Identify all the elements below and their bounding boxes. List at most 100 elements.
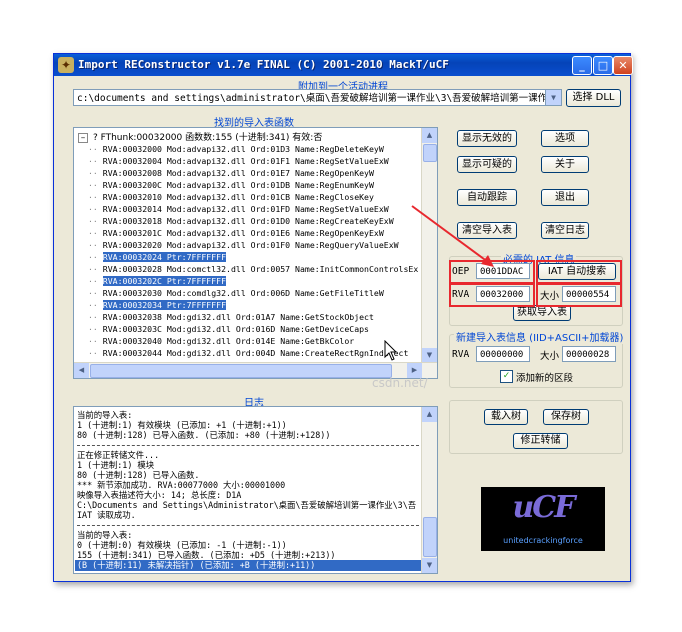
show-invalid-button[interactable]: 显示无效的: [457, 130, 517, 147]
new-import-caption: 新建导入表信息 (IID+ASCII+加载器): [454, 329, 626, 344]
tree-row[interactable]: ·· RVA:0003202C Ptr:7FFFFFFF: [88, 275, 227, 287]
minimize-button[interactable]: _: [572, 56, 592, 75]
tree-row[interactable]: ·· RVA:00032040 Mod:gdi32.dll Ord:014E N…: [88, 335, 354, 347]
tree-row-label: RVA:0003202C Ptr:7FFFFFFF: [102, 276, 227, 286]
new-rva-label: RVA: [452, 349, 470, 360]
tree-row-label: RVA:0003201C Mod:advapi32.dll Ord:01E6 N…: [102, 228, 384, 238]
tree-row[interactable]: ·· RVA:0003201C Mod:advapi32.dll Ord:01E…: [88, 227, 384, 239]
new-size-field[interactable]: 00000028: [562, 346, 616, 362]
scroll-left-icon[interactable]: ◀: [74, 363, 89, 378]
tree-row[interactable]: ·· RVA:00032018 Mod:advapi32.dll Ord:01D…: [88, 215, 394, 227]
ucf-logo-text: unitedcrackingforce: [503, 536, 583, 545]
title-bar[interactable]: ✦ Import REConstructor v1.7e FINAL (C) 2…: [54, 54, 633, 76]
tree-row[interactable]: ·· RVA:0003200C Mod:advapi32.dll Ord:01D…: [88, 179, 374, 191]
new-size-label: 大小: [540, 351, 560, 362]
tree-row[interactable]: ·· RVA:00032030 Mod:comdlg32.dll Ord:006…: [88, 287, 384, 299]
tree-row[interactable]: ·· RVA:00032024 Ptr:7FFFFFFF: [88, 251, 227, 263]
tree-connector: ··: [88, 144, 103, 154]
tree-connector: ··: [88, 204, 103, 214]
process-select[interactable]: c:\documents and settings\administrator\…: [73, 89, 562, 106]
tree-root[interactable]: − ? FThunk:00032000 函数数:155 (十进制:341) 有效…: [78, 131, 322, 143]
close-button[interactable]: ✕: [613, 56, 633, 75]
show-suspect-button[interactable]: 显示可疑的: [457, 156, 517, 173]
tree-connector: ··: [88, 228, 103, 238]
tree-row-label: RVA:00032030 Mod:comdlg32.dll Ord:006D N…: [102, 288, 384, 298]
about-button[interactable]: 关于: [541, 156, 589, 173]
tree-row[interactable]: ·· RVA:00032008 Mod:advapi32.dll Ord:01E…: [88, 167, 374, 179]
annotation-arrow: [411, 205, 494, 267]
pick-dll-button[interactable]: 选择 DLL: [566, 89, 621, 107]
ucf-logo-mark: uCF: [512, 490, 576, 525]
tree-row[interactable]: ·· RVA:00032014 Mod:advapi32.dll Ord:01F…: [88, 203, 389, 215]
tree-connector: ··: [88, 240, 103, 250]
tree-connector: ··: [88, 168, 103, 178]
tree-row-label: RVA:00032020 Mod:advapi32.dll Ord:01F0 N…: [102, 240, 399, 250]
chevron-down-icon[interactable]: ▼: [545, 90, 561, 105]
scroll-down-icon[interactable]: ▼: [422, 348, 437, 363]
tree-row[interactable]: ·· RVA:00032028 Mod:comctl32.dll Ord:005…: [88, 263, 418, 275]
scroll-up-icon[interactable]: ▲: [422, 128, 437, 143]
log-separator: [77, 445, 419, 446]
tree-row-label: RVA:00032000 Mod:advapi32.dll Ord:01D3 N…: [102, 144, 384, 154]
rva-highlight: [449, 283, 535, 307]
process-select-value: c:\documents and settings\administrator\…: [77, 93, 562, 104]
collapse-icon[interactable]: −: [78, 132, 88, 143]
save-tree-button[interactable]: 保存树: [543, 409, 589, 425]
tree-row-label: RVA:0003200C Mod:advapi32.dll Ord:01DB N…: [102, 180, 374, 190]
log-box[interactable]: 当前的导入表: 1 (十进制:1) 有效模块 (已添加: +1 (十进制:+1))…: [73, 406, 438, 574]
options-button[interactable]: 选项: [541, 130, 589, 147]
tree-connector: ··: [88, 336, 103, 346]
tree-row-label: RVA:00032024 Ptr:7FFFFFFF: [102, 252, 227, 262]
tree-connector: ··: [88, 252, 103, 262]
tree-row-label: RVA:0003203C Mod:gdi32.dll Ord:016D Name…: [102, 324, 369, 334]
tree-row[interactable]: ·· RVA:00032044 Mod:gdi32.dll Ord:004D N…: [88, 347, 408, 359]
tree-row-label: RVA:00032034 Ptr:7FFFFFFF: [102, 300, 227, 310]
log-line: IAT 读取成功.: [77, 510, 136, 520]
size-highlight: [536, 283, 622, 307]
tree-row-label: RVA:00032038 Mod:gdi32.dll Ord:01A7 Name…: [102, 312, 374, 322]
log-vertical-scrollbar[interactable]: ▲ ▼: [421, 407, 437, 573]
log-scroll-up-icon[interactable]: ▲: [422, 407, 437, 422]
tree-row-label: RVA:00032044 Mod:gdi32.dll Ord:004D Name…: [102, 348, 409, 358]
tree-row[interactable]: ·· RVA:0003203C Mod:gdi32.dll Ord:016D N…: [88, 323, 369, 335]
tree-row[interactable]: ·· RVA:00032034 Ptr:7FFFFFFF: [88, 299, 227, 311]
tree-row-label: RVA:00032014 Mod:advapi32.dll Ord:01FD N…: [102, 204, 389, 214]
scroll-thumb[interactable]: [423, 144, 437, 162]
tree-row-label: RVA:00032040 Mod:gdi32.dll Ord:014E Name…: [102, 336, 355, 346]
clear-log-button[interactable]: 清空日志: [541, 222, 589, 239]
maximize-button[interactable]: □: [593, 56, 613, 75]
tree-row[interactable]: ·· RVA:00032000 Mod:advapi32.dll Ord:01D…: [88, 143, 384, 155]
log-separator: [77, 525, 419, 526]
tree-row-label: RVA:00032028 Mod:comctl32.dll Ord:0057 N…: [102, 264, 419, 274]
tree-row-label: RVA:00032018 Mod:advapi32.dll Ord:01D0 N…: [102, 216, 394, 226]
add-section-label: 添加新的区段: [516, 373, 574, 384]
watermark: csdn.net/: [372, 376, 428, 390]
tree-row[interactable]: ·· RVA:00032038 Mod:gdi32.dll Ord:01A7 N…: [88, 311, 374, 323]
tree-connector: ··: [88, 288, 103, 298]
get-imports-button[interactable]: 获取导入表: [513, 305, 571, 321]
tree-row[interactable]: ·· RVA:00032004 Mod:advapi32.dll Ord:01F…: [88, 155, 389, 167]
mouse-cursor-icon: [384, 340, 398, 361]
tree-row-label: RVA:00032008 Mod:advapi32.dll Ord:01E7 N…: [102, 168, 374, 178]
tree-connector: ··: [88, 180, 103, 190]
log-line: 80 (十进制:128) 已导入函数. (已添加: +80 (十进制:+128)…: [77, 430, 331, 440]
tree-row[interactable]: ·· RVA:00032010 Mod:advapi32.dll Ord:01C…: [88, 191, 374, 203]
new-rva-field[interactable]: 00000000: [476, 346, 530, 362]
log-scroll-down-icon[interactable]: ▼: [422, 558, 437, 573]
scroll-thumb-h[interactable]: [90, 364, 392, 378]
tree-connector: ··: [88, 312, 103, 322]
add-section-checkbox[interactable]: ✓: [500, 370, 513, 383]
app-icon: ✦: [58, 57, 74, 73]
tree-connector: ··: [88, 300, 103, 310]
tree-row[interactable]: ·· RVA:00032020 Mod:advapi32.dll Ord:01F…: [88, 239, 399, 251]
tree-connector: ··: [88, 324, 103, 334]
load-tree-button[interactable]: 载入树: [484, 409, 528, 425]
autosearch-highlight: [536, 260, 622, 284]
tree-row-label: RVA:00032010 Mod:advapi32.dll Ord:01CB N…: [102, 192, 374, 202]
exit-button[interactable]: 退出: [541, 189, 589, 206]
tree-connector: ··: [88, 264, 103, 274]
main-window: ✦ Import REConstructor v1.7e FINAL (C) 2…: [53, 53, 633, 582]
log-scroll-thumb[interactable]: [423, 517, 437, 557]
tree-row-label: RVA:00032004 Mod:advapi32.dll Ord:01F1 N…: [102, 156, 389, 166]
fix-dump-button[interactable]: 修正转储: [513, 433, 568, 449]
